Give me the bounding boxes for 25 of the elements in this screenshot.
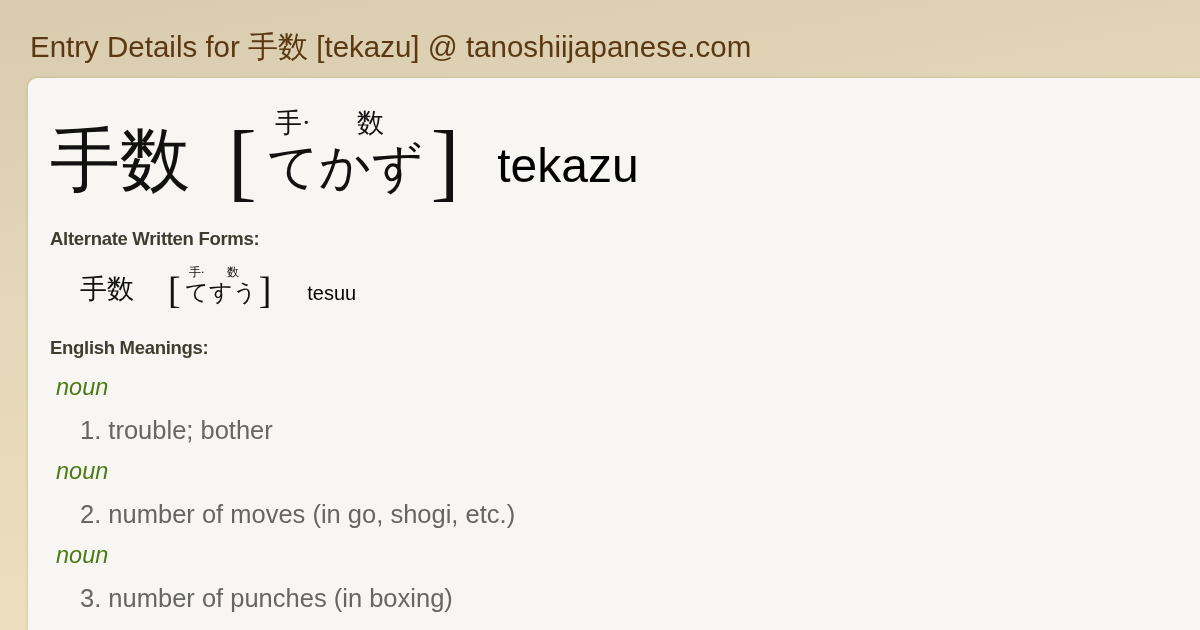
headword: 手数 <box>80 276 134 304</box>
reading-bracket: ] <box>430 117 460 204</box>
furigana: 手· <box>274 108 311 140</box>
page-title: Entry Details for 手数 [tekazu] @ tanoshiijapanese.com <box>30 30 752 64</box>
furigana: 手· <box>188 266 205 280</box>
furigana: 数 <box>226 266 239 280</box>
section-heading: Alternate Written Forms: <box>50 228 260 251</box>
furigana: 数 <box>357 108 385 140</box>
reading-bracket: [ <box>168 270 181 309</box>
kana-reading: て <box>184 279 209 306</box>
kana-reading: て <box>266 139 319 196</box>
kana-reading: すう <box>208 279 257 306</box>
meaning-text: 2. number of moves (in go, shogi, etc.) <box>80 499 516 531</box>
part-of-speech-label: noun <box>56 373 109 403</box>
meaning-text: 3. number of punches (in boxing) <box>80 583 453 615</box>
headword: 手数 <box>50 125 190 196</box>
reading-bracket: [ <box>228 117 257 204</box>
kana-reading: かず <box>318 139 423 196</box>
reading-bracket: ] <box>258 270 272 309</box>
section-heading: English Meanings: <box>50 337 209 360</box>
meaning-text: 1. trouble; bother <box>80 415 273 447</box>
part-of-speech-label: noun <box>56 457 109 487</box>
romaji-reading: tekazu <box>497 140 639 193</box>
part-of-speech-label: noun <box>56 541 109 571</box>
romaji-reading: tesuu <box>307 281 357 304</box>
